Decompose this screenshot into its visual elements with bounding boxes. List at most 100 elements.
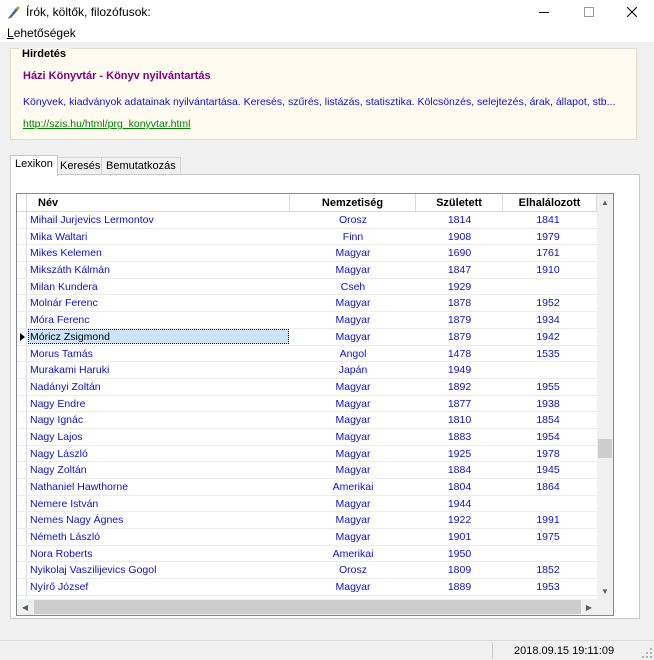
cell-nationality[interactable]: Magyar [290, 262, 416, 278]
row-header[interactable] [17, 562, 27, 579]
cell-born[interactable]: 1814 [416, 212, 503, 228]
cell-born[interactable]: 1929 [416, 279, 503, 295]
row-header[interactable] [17, 412, 27, 428]
table-row[interactable]: Nemes Nagy Ágnes Magyar 1922 1991 [17, 512, 597, 530]
close-button[interactable] [610, 0, 654, 24]
cell-nationality[interactable]: Orosz [290, 562, 416, 578]
resize-grip-icon[interactable] [642, 648, 652, 658]
scroll-left-button[interactable]: ◀ [17, 599, 33, 615]
cell-born[interactable]: 1478 [416, 346, 503, 362]
cell-name[interactable]: Morus Tamás [27, 346, 290, 362]
cell-born[interactable]: 1883 [416, 429, 503, 445]
cell-name[interactable]: Nora Roberts [27, 546, 290, 562]
cell-died[interactable]: 1954 [503, 429, 593, 445]
table-row[interactable]: Mika Waltari Finn 1908 1979 [17, 228, 597, 246]
table-row[interactable]: Nagy Ignác Magyar 1810 1854 [17, 412, 597, 429]
table-row[interactable]: Nemere István Magyar 1944 [17, 495, 597, 513]
cell-died[interactable]: 1955 [503, 379, 593, 395]
row-header[interactable] [17, 345, 27, 362]
vertical-scrollbar[interactable]: ▲ ▼ [597, 194, 613, 599]
cell-nationality[interactable]: Orosz [290, 212, 416, 228]
menu-options[interactable]: Lehetőségek [7, 26, 76, 40]
row-header[interactable] [17, 428, 27, 445]
cell-born[interactable]: 1690 [416, 245, 503, 261]
table-row[interactable]: Nyikolaj Vaszilijevics Gogol Orosz 1809 185… [17, 562, 597, 580]
cell-name[interactable]: Nagy Zoltán [27, 462, 290, 478]
data-grid[interactable]: Név Nemzetiség Született Elhalálozott Mi… [16, 193, 614, 616]
cell-nationality[interactable]: Magyar [290, 412, 416, 428]
cell-born[interactable]: 1949 [416, 362, 503, 378]
cell-nationality[interactable]: Cseh [290, 279, 416, 295]
row-header[interactable] [17, 529, 27, 545]
cell-nationality[interactable]: Magyar [290, 446, 416, 462]
row-header[interactable] [17, 312, 27, 328]
horizontal-scrollbar[interactable]: ◀ ▶ [17, 599, 597, 615]
row-header[interactable] [17, 545, 27, 562]
cell-died[interactable]: 1852 [503, 562, 593, 578]
table-row[interactable]: Nagy Endre Magyar 1877 1938 [17, 395, 597, 413]
cell-died[interactable]: 1991 [503, 512, 593, 528]
cell-born[interactable]: 1889 [416, 579, 503, 595]
minimize-button[interactable] [522, 0, 566, 24]
cell-born[interactable]: 1877 [416, 396, 503, 412]
cell-died[interactable]: 1945 [503, 462, 593, 478]
cell-nationality[interactable]: Magyar [290, 496, 416, 512]
scroll-right-button[interactable]: ▶ [581, 599, 597, 615]
horizontal-scroll-thumb[interactable] [34, 600, 581, 614]
cell-name[interactable]: Nemes Nagy Ágnes [27, 512, 290, 528]
cell-nationality[interactable]: Finn [290, 229, 416, 245]
column-header-nationality[interactable]: Nemzetiség [290, 194, 416, 212]
row-header[interactable] [17, 228, 27, 245]
cell-died[interactable]: 1979 [503, 229, 593, 245]
cell-name[interactable]: Nadányi Zoltán [27, 379, 290, 395]
cell-died[interactable] [503, 496, 593, 512]
cell-name[interactable]: Móricz Zsigmond [27, 329, 290, 345]
cell-nationality[interactable]: Magyar [290, 462, 416, 478]
cell-nationality[interactable]: Magyar [290, 245, 416, 261]
cell-nationality[interactable]: Magyar [290, 512, 416, 528]
cell-name[interactable]: Nagy Endre [27, 396, 290, 412]
cell-born[interactable]: 1810 [416, 412, 503, 428]
cell-died[interactable]: 1910 [503, 262, 593, 278]
table-row[interactable]: Nora Roberts Amerikai 1950 [17, 545, 597, 563]
cell-born[interactable]: 1925 [416, 446, 503, 462]
row-header[interactable] [17, 579, 27, 595]
row-header[interactable] [17, 328, 27, 345]
cell-name[interactable]: Mika Waltari [27, 229, 290, 245]
row-header[interactable] [17, 445, 27, 462]
table-row[interactable]: Nagy Zoltán Magyar 1884 1945 [17, 462, 597, 479]
ad-link[interactable]: http://szis.hu/html/prg_konyvtar.html [23, 118, 191, 130]
cell-died[interactable]: 1841 [503, 212, 593, 228]
cell-name[interactable]: Nemere István [27, 496, 290, 512]
column-header-died[interactable]: Elhalálozott [503, 194, 597, 212]
row-header[interactable] [17, 295, 27, 312]
row-header[interactable] [17, 362, 27, 378]
cell-died[interactable]: 1864 [503, 479, 593, 495]
cell-name[interactable]: Mikes Kelemen [27, 245, 290, 261]
table-row[interactable]: Nadányi Zoltán Magyar 1892 1955 [17, 378, 597, 396]
cell-born[interactable]: 1878 [416, 295, 503, 311]
cell-name[interactable]: Molnár Ferenc [27, 295, 290, 311]
cell-died[interactable] [503, 546, 593, 562]
cell-died[interactable] [503, 279, 593, 295]
cell-born[interactable]: 1879 [416, 329, 503, 345]
row-header[interactable] [17, 378, 27, 395]
table-row[interactable]: Murakami Haruki Japán 1949 [17, 362, 597, 379]
column-header-born[interactable]: Született [416, 194, 503, 212]
cell-born[interactable]: 1892 [416, 379, 503, 395]
table-row[interactable]: Mikszáth Kálmán Magyar 1847 1910 [17, 262, 597, 279]
maximize-button[interactable] [567, 0, 611, 24]
cell-nationality[interactable]: Magyar [290, 429, 416, 445]
cell-name[interactable]: Milan Kundera [27, 279, 290, 295]
table-row[interactable]: Móra Ferenc Magyar 1879 1934 [17, 312, 597, 329]
cell-nationality[interactable]: Magyar [290, 529, 416, 545]
table-row[interactable]: Molnár Ferenc Magyar 1878 1952 [17, 295, 597, 313]
cell-born[interactable]: 1809 [416, 562, 503, 578]
cell-died[interactable]: 1535 [503, 346, 593, 362]
table-row[interactable]: Morus Tamás Angol 1478 1535 [17, 345, 597, 363]
cell-born[interactable]: 1950 [416, 546, 503, 562]
cell-died[interactable]: 1975 [503, 529, 593, 545]
cell-died[interactable]: 1942 [503, 329, 593, 345]
cell-nationality[interactable]: Japán [290, 362, 416, 378]
cell-born[interactable]: 1908 [416, 229, 503, 245]
